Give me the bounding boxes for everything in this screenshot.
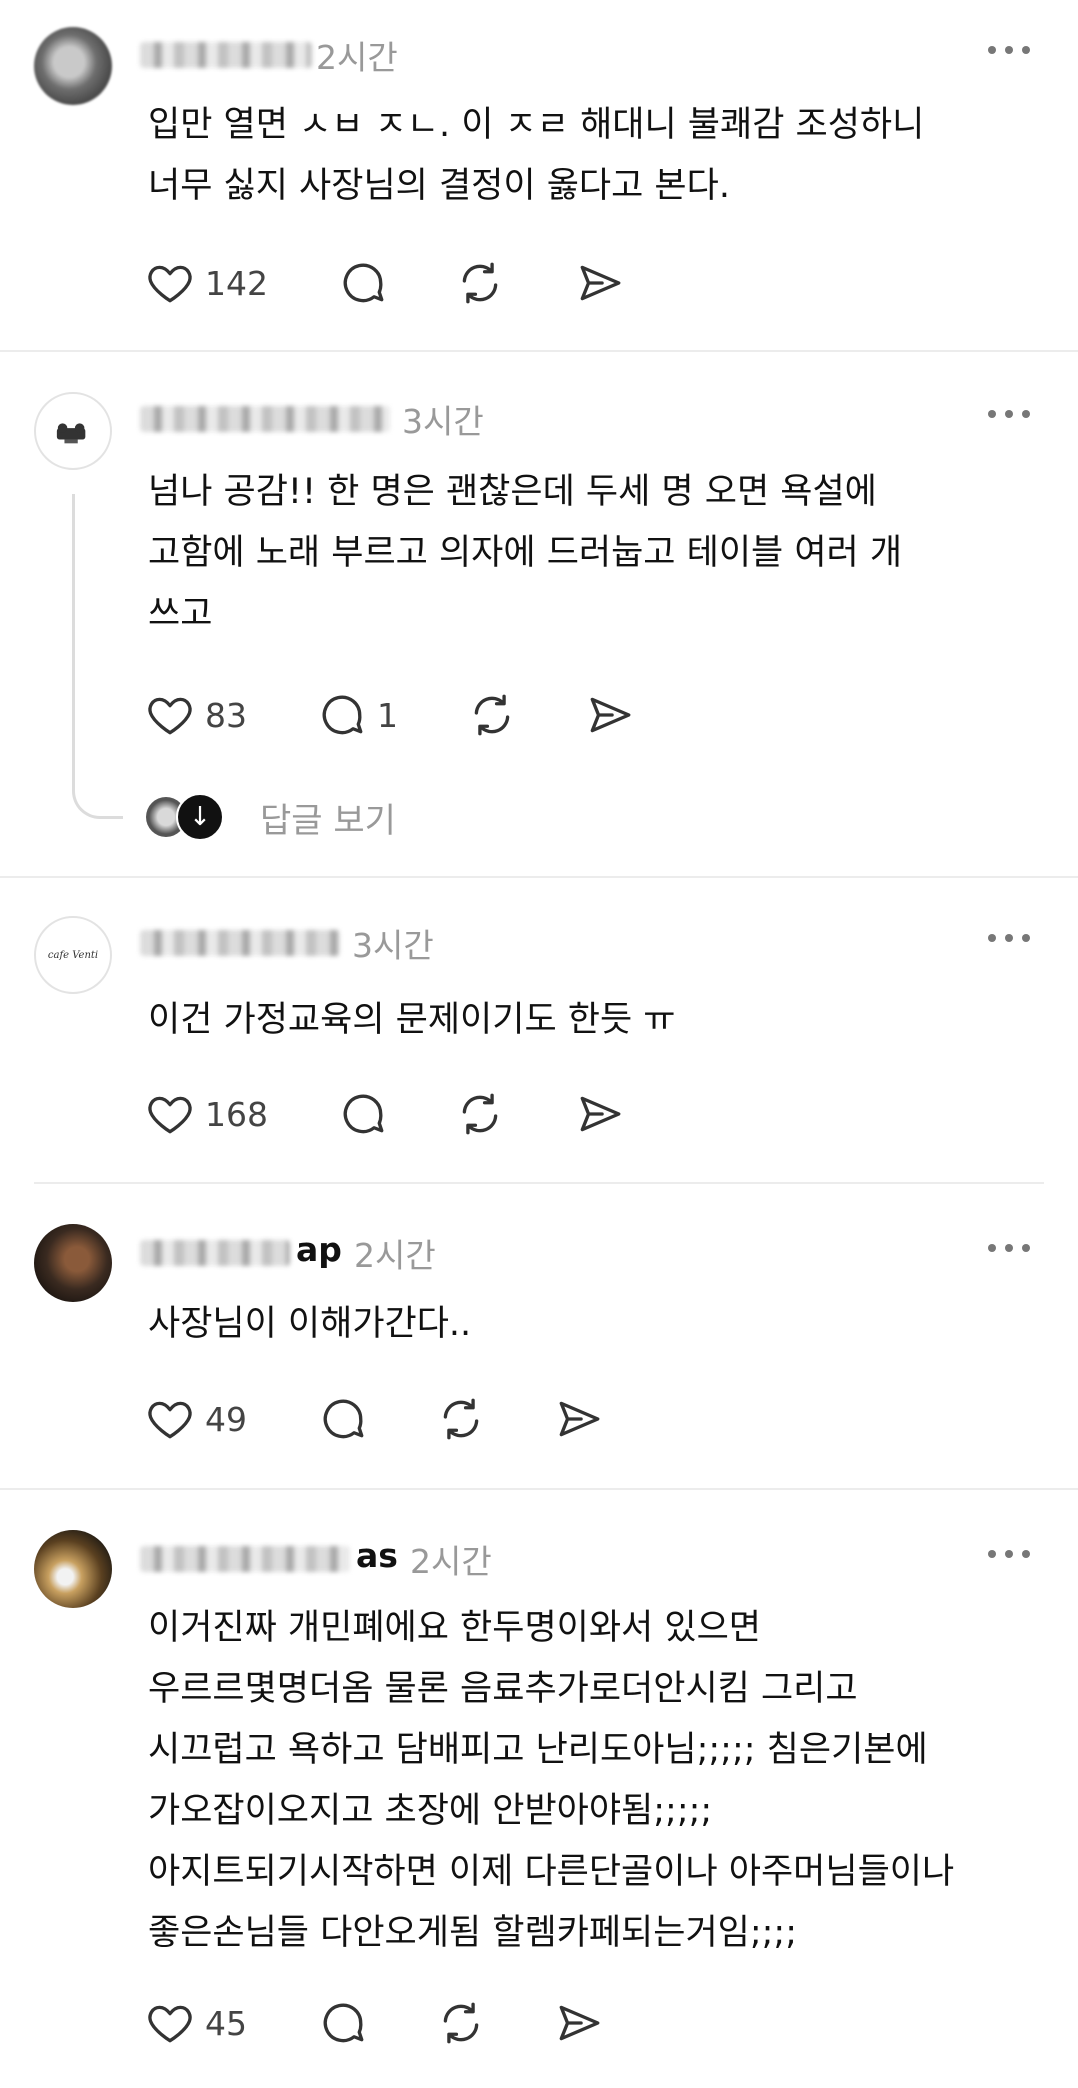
repost-button[interactable] xyxy=(467,690,517,740)
comment-icon xyxy=(318,1394,368,1444)
like-button[interactable]: 83 xyxy=(145,690,247,740)
reply-count: 1 xyxy=(377,695,398,735)
comment-post: as 2시간 이거진짜 개민폐에요 한두명이와서 있으면 우르르몇명더옴 물론 … xyxy=(0,1490,1078,2088)
reply-button[interactable]: 1 xyxy=(317,690,398,740)
username-visible-part[interactable]: ap xyxy=(296,1230,342,1269)
heart-icon xyxy=(145,1394,195,1444)
share-button[interactable] xyxy=(554,1998,604,2048)
repost-button[interactable] xyxy=(436,1394,486,1444)
comment-text: 입만 열면 ㅅㅂ ㅈㄴ. 이 ㅈㄹ 해대니 불쾌감 조성하니 너무 싫지 사장님… xyxy=(148,105,925,206)
avatar[interactable]: cafe Venti xyxy=(34,916,112,994)
view-replies-label[interactable]: 답글 보기 xyxy=(260,793,396,842)
send-icon xyxy=(554,1998,604,2048)
like-count: 45 xyxy=(205,2003,247,2043)
username-blurred[interactable] xyxy=(140,1546,350,1572)
comment-text: 이건 가정교육의 문제이기도 한듯 ㅠ xyxy=(148,1000,676,1040)
like-button[interactable]: 168 xyxy=(145,1089,268,1139)
avatar-drawing xyxy=(56,423,86,444)
username-blurred[interactable] xyxy=(140,930,340,956)
heart-icon xyxy=(145,258,195,308)
share-button[interactable] xyxy=(554,1394,604,1444)
repost-button[interactable] xyxy=(455,1089,505,1139)
comment-icon xyxy=(317,690,367,740)
comment-text: 사장님이 이해가간다.. xyxy=(148,1304,472,1344)
heart-icon xyxy=(145,690,195,740)
share-button[interactable] xyxy=(575,258,625,308)
avatar[interactable] xyxy=(34,392,112,470)
heart-icon xyxy=(145,1998,195,2048)
share-button[interactable] xyxy=(585,690,635,740)
post-time: 2시간 xyxy=(410,1542,492,1581)
like-count: 49 xyxy=(205,1399,247,1439)
comment-post: 2시간 입만 열면 ㅅㅂ ㅈㄴ. 이 ㅈㄹ 해대니 불쾌감 조성하니 너무 싫지… xyxy=(0,0,1078,352)
comment-icon xyxy=(318,1998,368,2048)
comment-icon xyxy=(338,1089,388,1139)
post-time: 2시간 xyxy=(316,38,398,77)
comment-text: 넘나 공감!! 한 명은 괜찮은데 두세 명 오면 욕설에 고함에 노래 부르고… xyxy=(148,472,903,634)
more-options-button[interactable] xyxy=(988,932,1030,944)
repost-button[interactable] xyxy=(436,1998,486,2048)
avatar[interactable] xyxy=(34,1224,112,1302)
repost-icon xyxy=(455,1089,505,1139)
view-replies-row[interactable]: ↓ 답글 보기 xyxy=(146,792,396,842)
username-blurred[interactable] xyxy=(140,406,390,432)
like-button[interactable]: 45 xyxy=(145,1998,247,2048)
share-button[interactable] xyxy=(575,1089,625,1139)
reply-button[interactable] xyxy=(338,1089,388,1139)
comment-post: cafe Venti 3시간 이건 가정교육의 문제이기도 한듯 ㅠ 168 xyxy=(0,878,1078,1182)
username-blurred[interactable] xyxy=(140,42,312,68)
avatar[interactable] xyxy=(34,1530,112,1608)
repost-icon xyxy=(467,690,517,740)
heart-icon xyxy=(145,1089,195,1139)
comment-post: 3시간 넘나 공감!! 한 명은 괜찮은데 두세 명 오면 욕설에 고함에 노래… xyxy=(0,352,1078,878)
comment-icon xyxy=(338,258,388,308)
like-button[interactable]: 49 xyxy=(145,1394,247,1444)
username-blurred[interactable] xyxy=(140,1240,290,1266)
send-icon xyxy=(554,1394,604,1444)
repost-icon xyxy=(436,1998,486,2048)
reply-button[interactable] xyxy=(318,1998,368,2048)
arrow-down-icon: ↓ xyxy=(176,793,224,841)
send-icon xyxy=(585,690,635,740)
thread-line xyxy=(72,494,123,819)
comment-post: ap 2시간 사장님이 이해가간다.. 49 xyxy=(0,1184,1078,1488)
more-options-button[interactable] xyxy=(988,1548,1030,1560)
like-count: 142 xyxy=(205,263,268,303)
more-options-button[interactable] xyxy=(988,1242,1030,1254)
avatar[interactable] xyxy=(34,27,112,105)
comment-text: 이거진짜 개민폐에요 한두명이와서 있으면 우르르몇명더옴 물론 음료추가로더안… xyxy=(148,1608,955,1953)
like-button[interactable]: 142 xyxy=(145,258,268,308)
reply-button[interactable] xyxy=(338,258,388,308)
post-time: 3시간 xyxy=(402,402,484,441)
like-count: 168 xyxy=(205,1094,268,1134)
repost-icon xyxy=(436,1394,486,1444)
reply-button[interactable] xyxy=(318,1394,368,1444)
like-count: 83 xyxy=(205,695,247,735)
repost-button[interactable] xyxy=(455,258,505,308)
avatar-logo-text: cafe Venti xyxy=(47,949,99,961)
send-icon xyxy=(575,1089,625,1139)
more-options-button[interactable] xyxy=(988,408,1030,420)
post-time: 2시간 xyxy=(354,1236,436,1275)
send-icon xyxy=(575,258,625,308)
more-options-button[interactable] xyxy=(988,44,1030,56)
username-visible-part[interactable]: as xyxy=(356,1536,398,1575)
post-time: 3시간 xyxy=(352,926,434,965)
repost-icon xyxy=(455,258,505,308)
